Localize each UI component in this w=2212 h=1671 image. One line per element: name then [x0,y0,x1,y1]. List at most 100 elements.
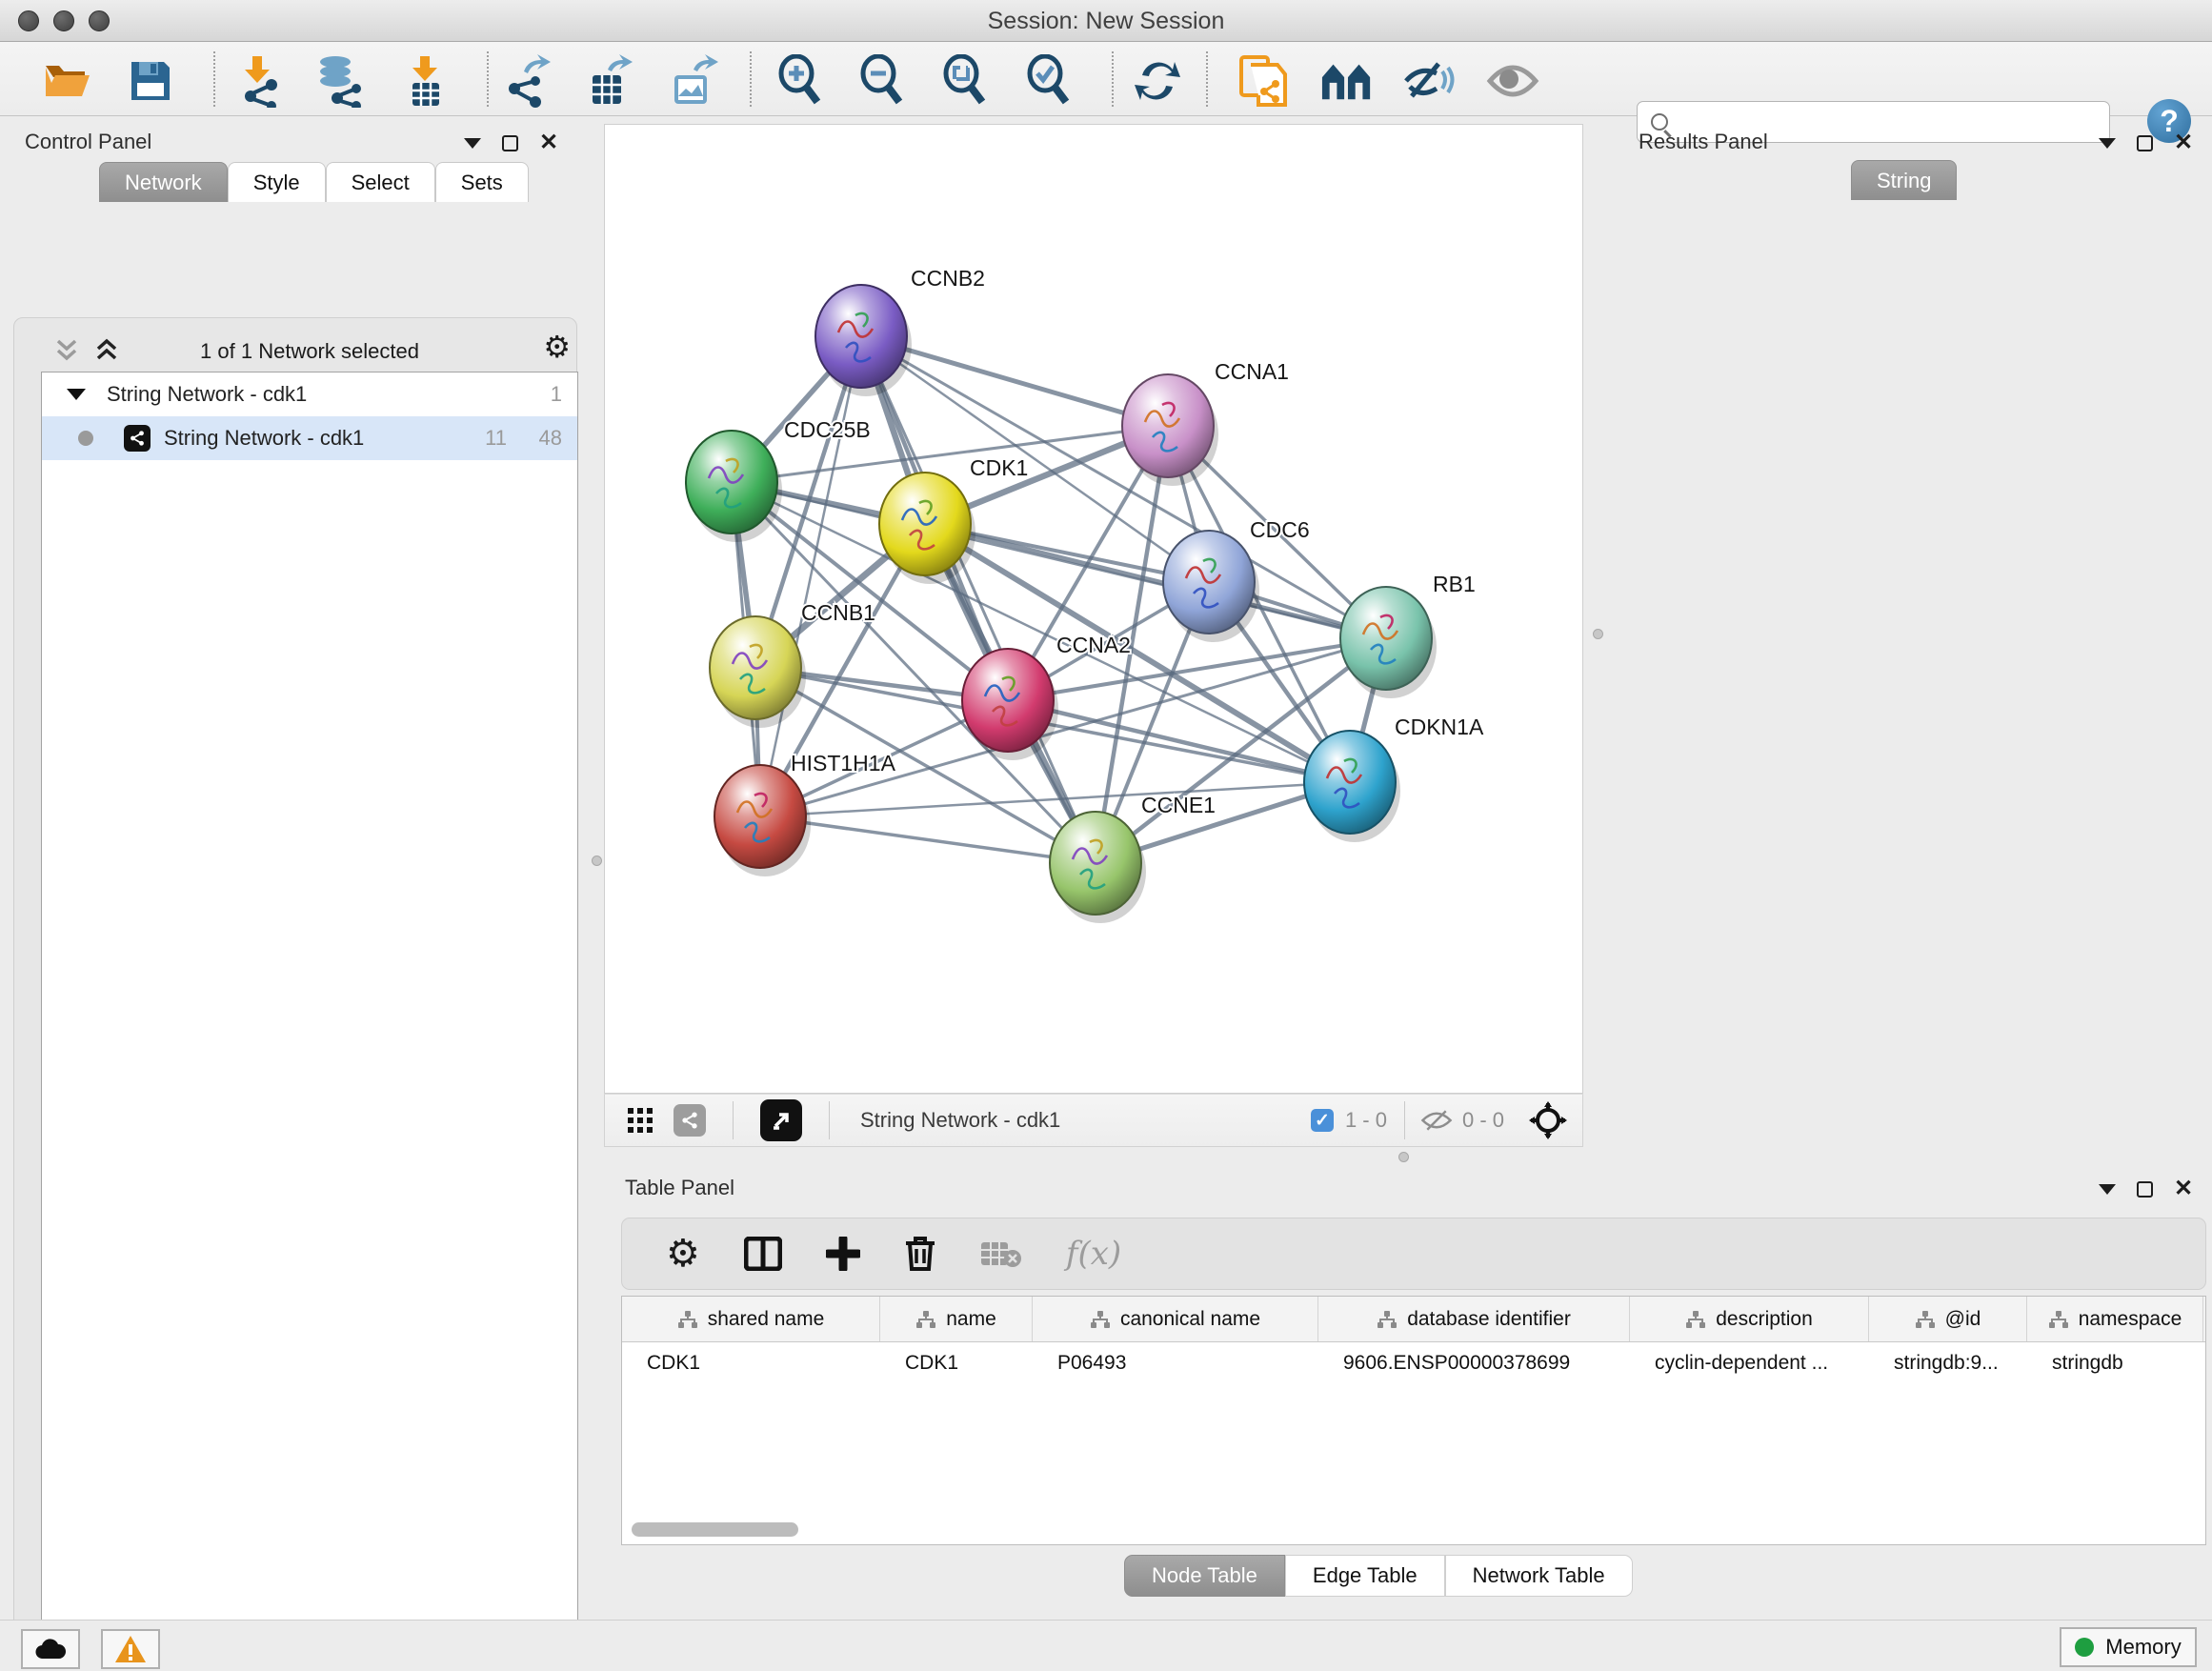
column-header-label: description [1716,1308,1813,1331]
hidden-counter: 0 - 0 [1462,1108,1504,1133]
table-row[interactable]: CDK1CDK1P064939606.ENSP00000378699cyclin… [622,1342,2205,1384]
zoom-selected-icon[interactable] [1022,54,1076,108]
column-header-shared-name[interactable]: shared name [622,1297,880,1341]
toolbar-separator [213,51,215,107]
table-toolbar: ⚙ f(x) [621,1218,2206,1290]
column-type-icon [1377,1310,1398,1329]
network-node-hist1h1a[interactable]: HIST1H1A [714,751,896,876]
column-header-canonical-name[interactable]: canonical name [1033,1297,1318,1341]
import-network-icon[interactable] [232,54,286,108]
new-network-from-selection-icon[interactable] [1237,54,1290,108]
collection-expand-icon[interactable] [67,389,86,400]
network-node-cdkn1a[interactable]: CDKN1A [1304,715,1484,842]
warning-button[interactable] [101,1629,160,1669]
table-horizontal-scrollbar[interactable] [632,1522,798,1537]
import-network-database-icon[interactable] [312,54,366,108]
export-network-icon[interactable] [500,54,553,108]
memory-button[interactable]: Memory [2060,1627,2197,1667]
tab-style[interactable]: Style [228,162,326,202]
tab-node-table[interactable]: Node Table [1124,1555,1285,1597]
main-toolbar: ? [0,42,2212,116]
export-table-icon[interactable] [582,54,635,108]
hide-selected-eye-icon[interactable] [1402,54,1456,108]
network-node-rb1[interactable]: RB1 [1340,572,1476,698]
birds-eye-view-icon[interactable] [1529,1101,1567,1139]
table-cell[interactable]: stringdb [2027,1342,2203,1384]
network-collection-row[interactable]: String Network - cdk1 1 [42,372,577,416]
first-neighbors-icon[interactable] [1320,54,1374,108]
network-edge[interactable] [861,336,1096,863]
create-column-icon[interactable] [826,1237,860,1271]
tab-sets[interactable]: Sets [435,162,529,202]
cloud-button[interactable] [21,1629,80,1669]
network-node-ccnb1[interactable]: CCNB1 [710,600,875,728]
collapse-panel-icon[interactable] [2099,1184,2116,1195]
zoom-in-icon[interactable] [774,54,827,108]
column-header--id[interactable]: @id [1869,1297,2027,1341]
network-graph[interactable]: CCNB2CCNA1CDC25BCDK1CDC6RB1CCNB1CCNA2CDK… [605,125,1582,1093]
network-node-ccna1[interactable]: CCNA1 [1122,359,1289,486]
detach-view-icon[interactable] [760,1099,802,1141]
import-table-icon[interactable] [398,54,452,108]
zoom-fit-icon[interactable] [938,54,992,108]
control-panel-window-controls: ✕ [464,131,558,154]
float-panel-icon[interactable] [502,135,518,151]
network-node-cdk1[interactable]: CDK1 [879,455,1028,584]
network-status-dot [78,431,93,446]
column-header-name[interactable]: name [880,1297,1033,1341]
table-cell[interactable]: stringdb:9... [1869,1342,2027,1384]
refresh-icon[interactable] [1131,54,1184,108]
close-panel-icon[interactable]: ✕ [2174,1178,2193,1200]
network-node-cdc6[interactable]: CDC6 [1163,517,1310,642]
export-image-icon[interactable] [666,54,719,108]
float-panel-icon[interactable] [2137,135,2153,151]
string-network-icon [124,425,151,452]
show-all-eye-icon[interactable] [1486,54,1539,108]
network-tab-body: 1 of 1 Network selected ⚙ String Network… [13,317,577,1671]
float-panel-icon[interactable] [2137,1181,2153,1198]
table-cell[interactable]: cyclin-dependent ... [1630,1342,1869,1384]
network-edge[interactable] [760,336,861,816]
toolbar-separator [750,51,752,107]
toolbar-separator [487,51,489,107]
network-node-ccne1[interactable]: CCNE1 [1050,793,1216,923]
collection-name: String Network - cdk1 [107,382,307,407]
network-node-ccnb2[interactable]: CCNB2 [815,266,985,396]
node-label: CCNA1 [1215,359,1289,384]
tab-network-table[interactable]: Network Table [1445,1555,1633,1597]
table-settings-gear-icon[interactable]: ⚙ [666,1235,700,1273]
column-header-description[interactable]: description [1630,1297,1869,1341]
table-cell[interactable]: CDK1 [880,1342,1033,1384]
network-row[interactable]: String Network - cdk1 11 48 [42,416,577,460]
delete-column-icon[interactable] [904,1236,936,1272]
close-panel-icon[interactable]: ✕ [2174,131,2193,154]
right-splitter-handle[interactable] [1593,629,1603,639]
network-node-cdc25b[interactable]: CDC25B [686,417,871,542]
save-icon[interactable] [124,54,177,108]
zoom-out-icon[interactable] [855,54,909,108]
node-table: shared namenamecanonical name database id… [621,1296,2206,1545]
column-header-label: database identifier [1407,1308,1571,1331]
tab-string[interactable]: String [1851,160,1957,200]
column-header-database-identifier[interactable]: database identifier [1318,1297,1630,1341]
close-panel-icon[interactable]: ✕ [539,131,558,154]
table-cell[interactable]: P06493 [1033,1342,1318,1384]
open-folder-icon[interactable] [40,54,93,108]
show-columns-icon[interactable] [744,1237,782,1271]
grid-view-icon[interactable] [628,1108,653,1133]
tab-network[interactable]: Network [99,162,228,202]
collapse-panel-icon[interactable] [464,138,481,149]
table-cell[interactable]: CDK1 [622,1342,880,1384]
tab-edge-table[interactable]: Edge Table [1285,1555,1445,1597]
network-canvas[interactable]: CCNB2CCNA1CDC25BCDK1CDC6RB1CCNB1CCNA2CDK… [604,124,1583,1094]
column-header-namespace[interactable]: namespace [2027,1297,2203,1341]
node-label: HIST1H1A [791,751,896,775]
selected-checkbox-icon[interactable]: ✓ [1311,1109,1334,1132]
tab-select[interactable]: Select [326,162,435,202]
table-cell[interactable]: 9606.ENSP00000378699 [1318,1342,1630,1384]
collapse-panel-icon[interactable] [2099,138,2116,149]
gear-icon[interactable]: ⚙ [543,332,571,362]
left-splitter-handle[interactable] [592,856,602,866]
horizontal-splitter-handle[interactable] [1398,1152,1409,1162]
string-view-icon[interactable] [674,1104,706,1137]
